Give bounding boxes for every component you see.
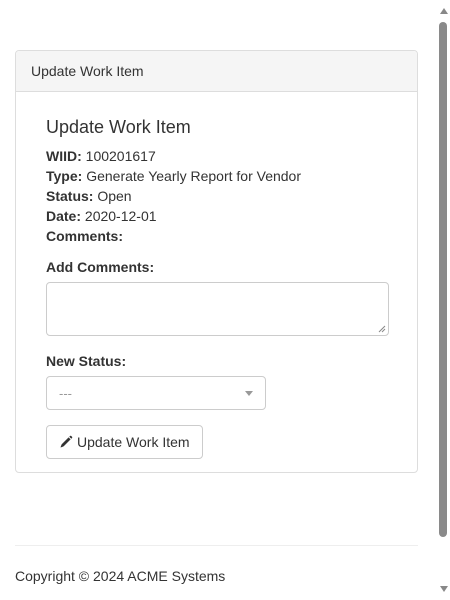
date-row: Date: 2020-12-01 (46, 208, 157, 224)
update-work-item-panel: Update Work Item Update Work Item WIID: … (15, 50, 418, 473)
status-label: Status: (46, 188, 94, 204)
footer-divider (15, 545, 418, 546)
vertical-scrollbar[interactable] (437, 0, 450, 600)
page: Update Work Item Update Work Item WIID: … (0, 0, 450, 600)
wiid-label: WIID: (46, 148, 82, 164)
update-work-item-button[interactable]: Update Work Item (46, 425, 203, 459)
scroll-thumb[interactable] (439, 22, 447, 537)
pencil-icon (60, 435, 73, 448)
add-comments-textarea[interactable] (46, 282, 389, 336)
new-status-select[interactable]: --- (46, 376, 266, 410)
date-label: Date: (46, 208, 82, 224)
wiid-value: 100201617 (85, 148, 156, 164)
type-row: Type: Generate Yearly Report for Vendor (46, 168, 301, 184)
update-work-item-button-label: Update Work Item (77, 434, 190, 450)
status-row: Status: Open (46, 188, 132, 204)
date-value: 2020-12-01 (84, 208, 157, 224)
new-status-label: New Status: (46, 353, 127, 369)
comments-row: Comments: (46, 228, 123, 244)
new-status-selected: --- (59, 386, 72, 401)
add-comments-label: Add Comments: (46, 259, 155, 275)
scroll-up-arrow-icon[interactable] (440, 8, 448, 14)
panel-heading: Update Work Item (16, 51, 417, 92)
scroll-down-arrow-icon[interactable] (440, 586, 448, 592)
status-value: Open (97, 188, 132, 204)
chevron-down-icon (245, 391, 253, 396)
comments-label: Comments: (46, 228, 124, 244)
type-value: Generate Yearly Report for Vendor (86, 168, 302, 184)
resize-grip-icon[interactable] (378, 325, 386, 333)
type-label: Type: (46, 168, 83, 184)
form-title: Update Work Item (46, 117, 191, 137)
footer-copyright: Copyright © 2024 ACME Systems (15, 568, 226, 584)
wiid-row: WIID: 100201617 (46, 148, 156, 164)
